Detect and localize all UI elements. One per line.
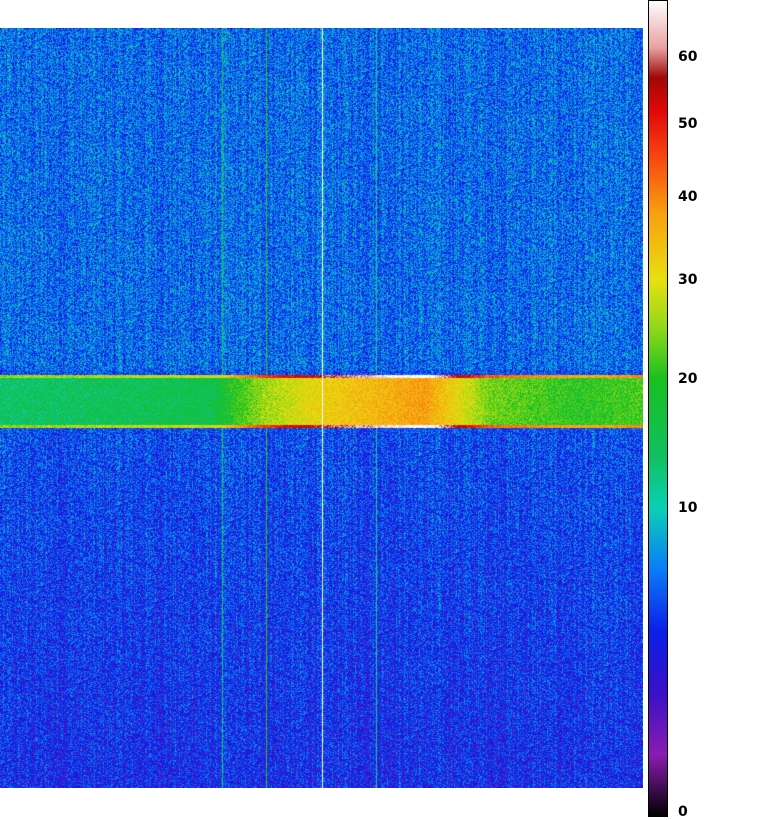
colorbar-tick-label: 60 <box>678 49 698 65</box>
colorbar-gradient <box>648 0 668 817</box>
detector-image-heatmap <box>0 28 643 788</box>
colorbar-tick-label: 30 <box>678 272 698 288</box>
colorbar-tick-label: 10 <box>678 500 698 516</box>
colorbar-tick-label: 40 <box>678 189 698 205</box>
colorbar-tick-label: 20 <box>678 371 698 387</box>
colorbar <box>648 0 668 817</box>
colorbar-tick-label: 50 <box>678 116 698 132</box>
